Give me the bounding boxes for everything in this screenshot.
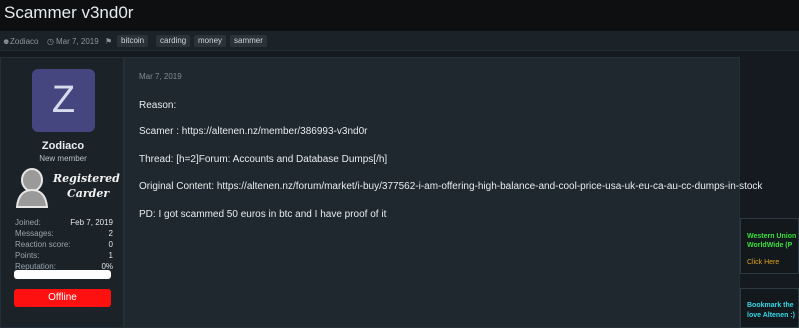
post-line-scamer: Scamer : https://altenen.nz/member/38699…	[139, 126, 368, 137]
avatar[interactable]: Z	[32, 69, 95, 132]
reputation-bar	[14, 270, 111, 279]
ad-line: Western Union	[747, 233, 797, 240]
page-title: Scammer v3nd0r	[4, 3, 134, 22]
tag-money[interactable]: money	[194, 35, 227, 47]
tag-carding[interactable]: carding	[156, 35, 191, 47]
post-line-reason: Reason:	[139, 100, 177, 111]
tag-icon: ⚑	[105, 37, 113, 46]
rank-badge-line1: Registered	[53, 172, 120, 185]
post-line-thread: Thread: [h=2]Forum: Accounts and Databas…	[139, 154, 388, 165]
stat-value-joined: Feb 7, 2019	[70, 218, 113, 227]
ad-click-here-link[interactable]: Click Here	[747, 259, 779, 266]
bookmark-ad[interactable]: Bookmark the love Altenen :)	[740, 288, 799, 328]
carder-rank-icon	[15, 168, 49, 208]
user-title: New member	[39, 154, 87, 163]
clock-icon: ◷	[47, 37, 54, 46]
tag-bitcoin[interactable]: bitcoin	[117, 35, 149, 47]
post-line-original-content: Original Content: https://altenen.nz/for…	[139, 181, 763, 192]
thread-meta-bar: ☻ Zodiaco ◷ Mar 7, 2019 ⚑ bitcoin cardin…	[0, 31, 799, 51]
author-link[interactable]: Zodiaco	[10, 37, 38, 46]
stat-value-reaction-score: 0	[108, 240, 113, 249]
title-bar: Scammer v3nd0r	[0, 0, 799, 31]
ad-line: love Altenen :)	[747, 312, 795, 319]
stat-value-points: 1	[108, 251, 113, 260]
username-link[interactable]: Zodiaco	[1, 140, 125, 152]
ad-line: WorldWide (P	[747, 242, 793, 249]
tag-sammer[interactable]: sammer	[230, 35, 267, 47]
ad-line: Bookmark the	[747, 302, 794, 309]
stat-label-points: Points:	[15, 251, 40, 260]
stat-label-messages: Messages:	[15, 229, 54, 238]
stat-label-joined: Joined:	[15, 218, 41, 227]
user-sidebar: Z Zodiaco New member Registered Carder J…	[0, 57, 124, 328]
stat-value-messages: 2	[108, 229, 113, 238]
post-date[interactable]: Mar 7, 2019	[139, 72, 182, 81]
stat-label-reaction-score: Reaction score:	[15, 240, 71, 249]
thread-date: Mar 7, 2019	[56, 37, 99, 46]
post-body: Mar 7, 2019 Reason: Scamer : https://alt…	[124, 57, 762, 328]
rank-badge-line2: Carder	[67, 187, 110, 200]
western-union-ad[interactable]: Western Union WorldWide (P Click Here	[740, 218, 799, 274]
offline-status-button[interactable]: Offline	[14, 289, 111, 307]
post-line-proof: PD: I got scammed 50 euros in btc and I …	[139, 209, 387, 220]
